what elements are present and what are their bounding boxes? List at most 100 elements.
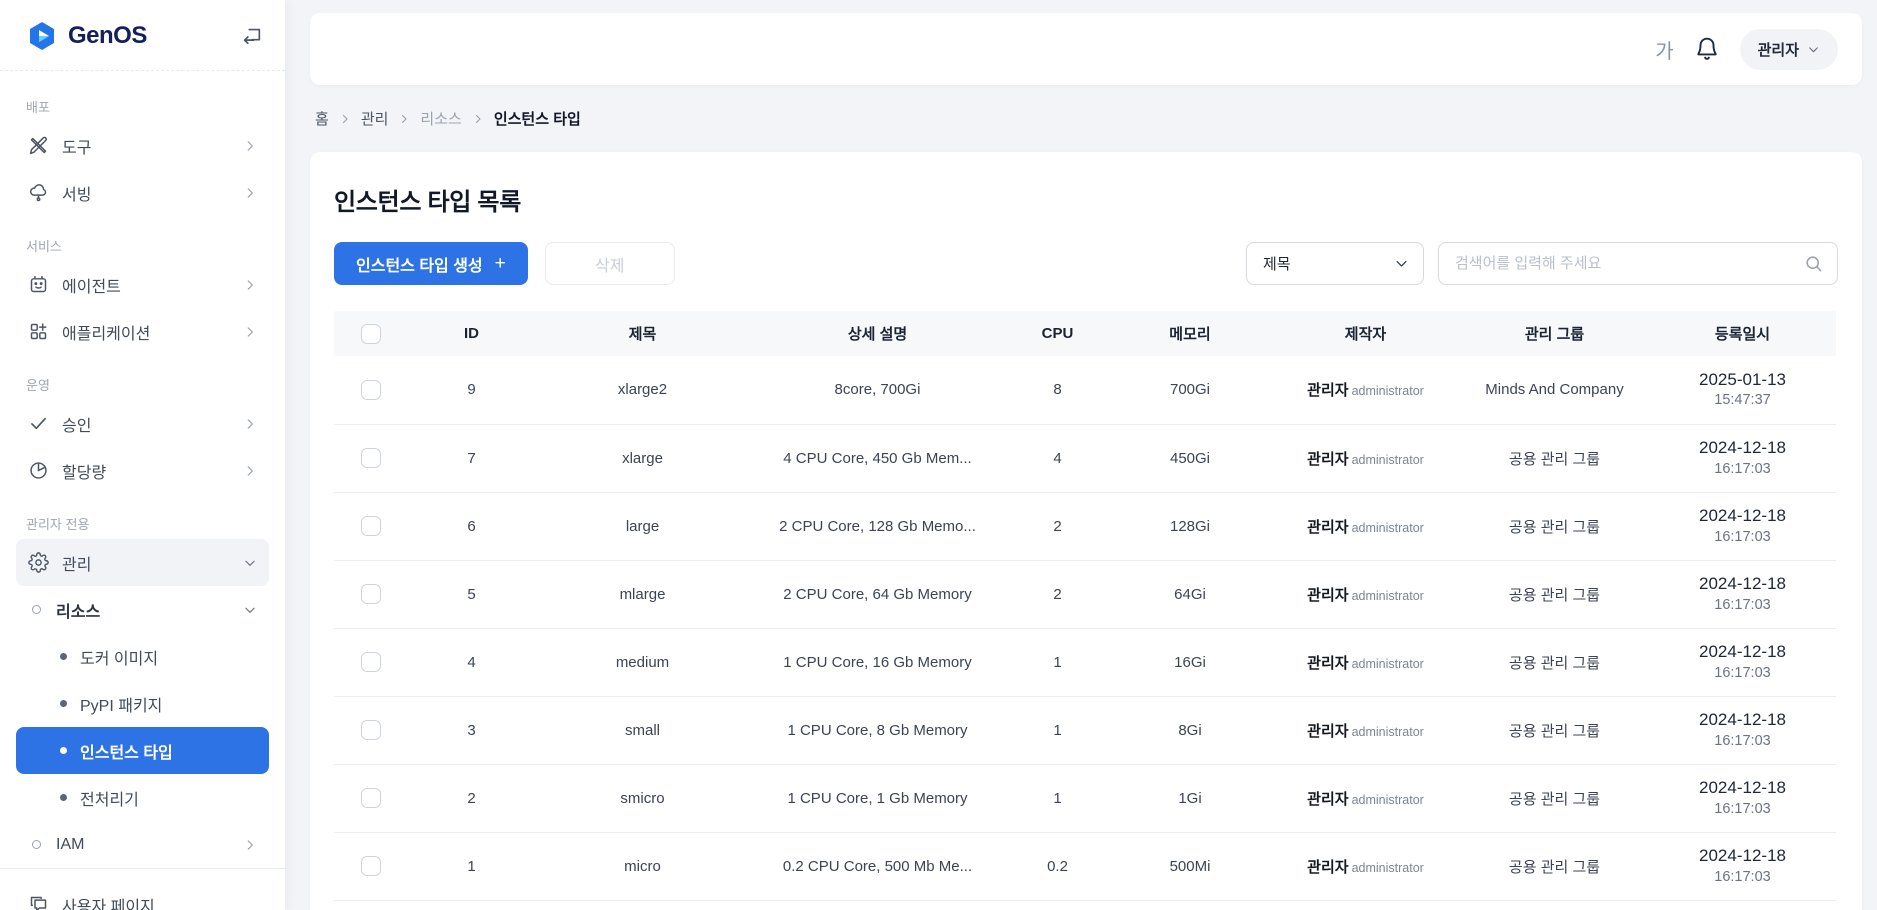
toolbar: 인스턴스 타입 생성 + 삭제 제목 (334, 242, 1838, 285)
cell-creator: 관리자administrator (1271, 356, 1460, 424)
cell-description: 1 CPU Core, 8 Gb Memory (749, 696, 1006, 764)
sidebar-item-application[interactable]: 애플리케이션 (16, 308, 269, 355)
cell-description: 1 CPU Core, 16 Gb Memory (749, 628, 1006, 696)
notification-bell-icon[interactable] (1694, 36, 1720, 62)
sidebar-item-resource[interactable]: 리소스 (16, 586, 269, 633)
breadcrumb: 홈 관리 리소스 인스턴스 타입 (315, 108, 581, 129)
sidebar-item-pypi-package[interactable]: PyPI 패키지 (16, 680, 269, 727)
registered-date: 2024-12-18 (1649, 505, 1836, 528)
chevron-right-icon (243, 278, 257, 292)
creator-username: administrator (1352, 657, 1424, 671)
table-row[interactable]: 1 micro 0.2 CPU Core, 500 Mb Me... 0.2 5… (334, 832, 1836, 900)
row-checkbox[interactable] (361, 516, 381, 536)
creator-name: 관리자 (1307, 723, 1348, 740)
sidebar-item-label: 관리 (62, 551, 91, 575)
user-menu[interactable]: 관리자 (1740, 29, 1838, 70)
bullet-icon (60, 794, 67, 801)
header-cpu: CPU (1006, 311, 1109, 356)
sidebar-item-label: 할당량 (62, 459, 106, 483)
sidebar-item-admin[interactable]: 관리 (16, 539, 269, 586)
chevron-right-icon (243, 838, 257, 852)
cell-description: 8core, 700Gi (749, 356, 1006, 424)
row-checkbox-cell (334, 696, 407, 764)
creator-username: administrator (1352, 793, 1424, 807)
search-input[interactable] (1455, 255, 1804, 272)
creator-username: administrator (1352, 725, 1424, 739)
row-checkbox[interactable] (361, 652, 381, 672)
chevron-right-icon (398, 113, 410, 125)
page-title: 인스턴스 타입 목록 (334, 182, 1838, 217)
row-checkbox[interactable] (361, 380, 381, 400)
table-row[interactable]: 3 small 1 CPU Core, 8 Gb Memory 1 8Gi 관리… (334, 696, 1836, 764)
breadcrumb-home[interactable]: 홈 (315, 108, 329, 129)
search-box (1438, 242, 1838, 285)
sidebar-item-approval[interactable]: 승인 (16, 400, 269, 447)
header-group: 관리 그룹 (1460, 311, 1649, 356)
sidebar-item-instance-type[interactable]: 인스턴스 타입 (16, 727, 269, 774)
cell-registered-at: 2024-12-18 16:17:03 (1649, 696, 1836, 764)
chevron-right-icon (243, 139, 257, 153)
font-size-button[interactable]: 가 (1655, 35, 1673, 64)
search-field-select[interactable]: 제목 (1246, 242, 1424, 285)
row-checkbox[interactable] (361, 584, 381, 604)
table-row[interactable]: 7 xlarge 4 CPU Core, 450 Gb Mem... 4 450… (334, 424, 1836, 492)
cell-id: 5 (407, 560, 536, 628)
table-row[interactable]: 4 medium 1 CPU Core, 16 Gb Memory 1 16Gi… (334, 628, 1836, 696)
cell-description: 4 CPU Core, 450 Gb Mem... (749, 424, 1006, 492)
row-checkbox[interactable] (361, 720, 381, 740)
delete-button[interactable]: 삭제 (545, 242, 675, 285)
chevron-right-icon (243, 186, 257, 200)
row-checkbox[interactable] (361, 448, 381, 468)
breadcrumb-resource[interactable]: 리소스 (420, 108, 461, 129)
cell-group: 공용 관리 그룹 (1460, 696, 1649, 764)
search-icon[interactable] (1804, 254, 1823, 273)
select-all-checkbox[interactable] (361, 324, 381, 344)
sidebar-item-agent[interactable]: 에이전트 (16, 261, 269, 308)
table-row[interactable]: 9 xlarge2 8core, 700Gi 8 700Gi 관리자admini… (334, 356, 1836, 424)
cell-group: 공용 관리 그룹 (1460, 492, 1649, 560)
cell-group: 공용 관리 그룹 (1460, 424, 1649, 492)
sidebar-item-label: 애플리케이션 (62, 320, 150, 344)
cell-id: 7 (407, 424, 536, 492)
quota-pie-icon (28, 460, 49, 481)
brand-name: GenOS (68, 22, 147, 50)
cell-memory: 1Gi (1109, 764, 1271, 832)
section-service: 서비스 (26, 236, 259, 255)
sidebar-item-preprocessor[interactable]: 전처리기 (16, 774, 269, 821)
registered-date: 2024-12-18 (1649, 641, 1836, 664)
row-checkbox[interactable] (361, 856, 381, 876)
cell-cpu: 1 (1006, 764, 1109, 832)
cell-cpu: 2 (1006, 560, 1109, 628)
table-row[interactable]: 6 large 2 CPU Core, 128 Gb Memo... 2 128… (334, 492, 1836, 560)
check-icon (28, 413, 49, 434)
brand-logo[interactable]: GenOS (26, 20, 147, 52)
cell-memory: 128Gi (1109, 492, 1271, 560)
table-row[interactable]: 5 mlarge 2 CPU Core, 64 Gb Memory 2 64Gi… (334, 560, 1836, 628)
cell-group: 공용 관리 그룹 (1460, 560, 1649, 628)
sidebar-item-quota[interactable]: 할당량 (16, 447, 269, 494)
creator-name: 관리자 (1307, 859, 1348, 876)
agent-icon (28, 274, 49, 295)
sidebar-item-user-page[interactable]: 사용자 페이지 (16, 881, 269, 910)
sidebar-item-label: PyPI 패키지 (80, 692, 162, 716)
sidebar-item-docker-image[interactable]: 도커 이미지 (16, 633, 269, 680)
cell-creator: 관리자administrator (1271, 764, 1460, 832)
registered-time: 16:17:03 (1649, 732, 1836, 752)
registered-date: 2024-12-18 (1649, 573, 1836, 596)
breadcrumb-instance-type: 인스턴스 타입 (494, 108, 581, 129)
sidebar-item-iam[interactable]: IAM (16, 821, 269, 868)
creator-name: 관리자 (1307, 519, 1348, 536)
cloud-serving-icon (28, 182, 49, 203)
sidebar-item-serving[interactable]: 서빙 (16, 169, 269, 216)
cell-description: 1 CPU Core, 1 Gb Memory (749, 764, 1006, 832)
table-row[interactable]: 2 smicro 1 CPU Core, 1 Gb Memory 1 1Gi 관… (334, 764, 1836, 832)
collapse-sidebar-icon[interactable] (241, 25, 263, 47)
sidebar-item-tools[interactable]: 도구 (16, 122, 269, 169)
create-instance-type-button[interactable]: 인스턴스 타입 생성 + (334, 242, 528, 285)
row-checkbox[interactable] (361, 788, 381, 808)
creator-username: administrator (1352, 521, 1424, 535)
cell-title: large (536, 492, 749, 560)
cell-memory: 64Gi (1109, 560, 1271, 628)
breadcrumb-admin[interactable]: 관리 (361, 108, 389, 129)
cell-cpu: 8 (1006, 356, 1109, 424)
